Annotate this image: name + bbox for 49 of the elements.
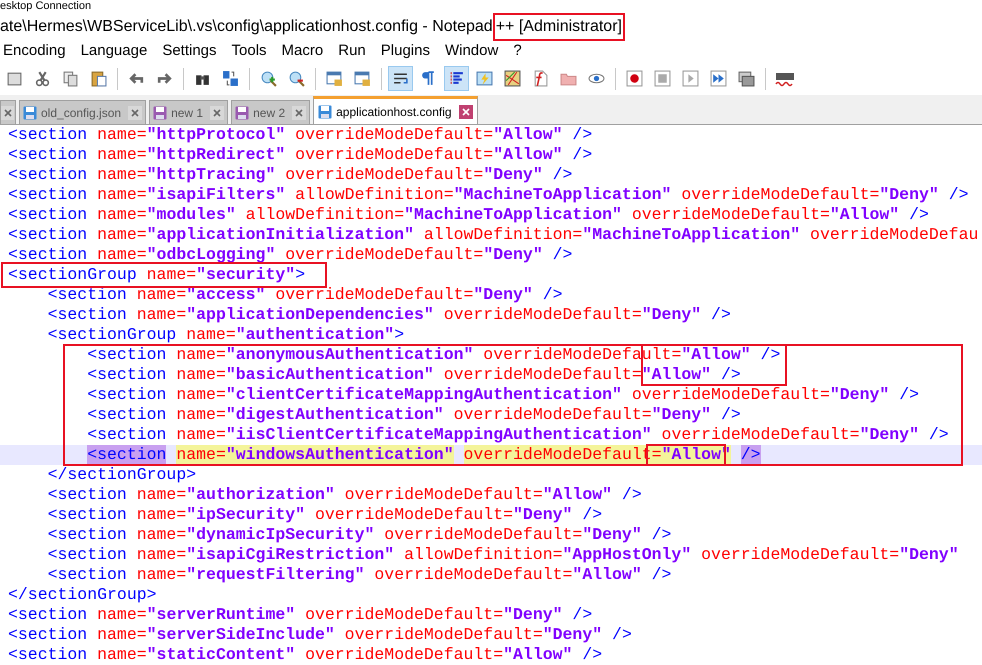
code-line: <section name="authorization" overrideModeDefault="Allow" /> [46,485,642,505]
menu-item[interactable]: Settings [162,40,217,63]
code-line: <section name="access" overrideModeDefault="Deny" /> [46,285,563,305]
code-line: <section name="dynamicIpSecurity" overrideModeDefault="Deny" /> [46,525,672,545]
code-line: <section name="isapiFilters" allowDefinition="MachineToApplication" overrideModeDefault="Deny" /> [8,185,969,205]
code-line: <sectionGroup name="security"> [8,265,306,285]
code-line: <section name="ipSecurity" overrideModeDefault="Deny" /> [46,505,602,525]
menu-item[interactable]: Tools [232,40,267,63]
window-title: ate\Hermes\WBServiceLib\.vs\config\applicationhost.config - Notepad [0,17,493,37]
menu-item[interactable]: Window [444,40,498,63]
code-line: <section name="odbcLogging" overrideModeDefault="Deny" /> [8,245,572,265]
menu-item[interactable]: Run [338,40,366,63]
code-line: <section name="clientCertificateMappingAuthentication" overrideModeDefault="Deny" /> [86,385,920,405]
code-line: <section name="iisClientCertificateMappingAuthentication" overrideModeDefault="Deny" /> [86,425,949,445]
tab[interactable]: applicationhost.config [313,96,478,124]
code-line: <section name="httpTracing" overrideModeDefault="Deny" /> [8,165,572,185]
word-wrap-icon[interactable] [388,66,413,91]
code-line: <section name="modules" allowDefinition="MachineToApplication" overrideModeDefault="Allow" /> [8,205,929,225]
menu-item[interactable]: Plugins [380,40,430,63]
tab[interactable]: new 1 [149,100,228,124]
close-icon[interactable] [1,106,14,120]
code-line: <section name="basicAuthentication" overrideModeDefault="Allow" /> [86,365,741,385]
tab[interactable]: old_config.json [19,100,146,124]
remote-session-title: esktop Connection [0,0,92,12]
code-line: <section name="httpRedirect" overrideModeDefault="Allow" /> [8,145,592,165]
menu-item[interactable]: Language [80,40,148,63]
highlighted-title-text: ++ [Administrator] [492,13,625,41]
code-line: <section name="staticContent" overrideModeDefault="Allow" /> [8,645,602,665]
code-line: <section name="serverRuntime" overrideModeDefault="Deny" /> [8,605,592,625]
code-line: <section name="applicationDependencies" overrideModeDefault="Deny" /> [46,305,731,325]
code-line: <sectionGroup name="authentication"> [46,325,404,345]
code-line: <section name="digestAuthentication" overrideModeDefault="Deny" /> [86,405,741,425]
menu-item[interactable]: ? [513,40,522,63]
menu-item[interactable]: Encoding [3,40,66,63]
code-line: <section name="httpProtocol" overrideModeDefault="Allow" /> [8,125,592,145]
code-line: <section name="applicationInitialization" allowDefinition="MachineToApplication" overrideModeDefau [8,225,978,245]
code-line: <section name="isapiCgiRestriction" allowDefinition="AppHostOnly" overrideModeDefault="Deny" [46,545,959,565]
close-icon[interactable] [128,106,142,120]
code-line: </sectionGroup> [46,465,196,485]
close-icon[interactable] [458,104,473,118]
close-icon[interactable] [210,106,224,120]
close-icon[interactable] [292,106,306,120]
tab[interactable] [0,100,16,124]
menu-item[interactable]: Macro [282,40,324,63]
indent-guide-icon[interactable] [444,66,469,91]
tab[interactable]: new 2 [231,100,310,124]
code-line: </sectionGroup> [8,585,157,605]
code-line: <section name="requestFiltering" overrideModeDefault="Allow" /> [46,565,672,585]
code-line: <section name="serverSideInclude" overrideModeDefault="Deny" /> [8,625,632,645]
